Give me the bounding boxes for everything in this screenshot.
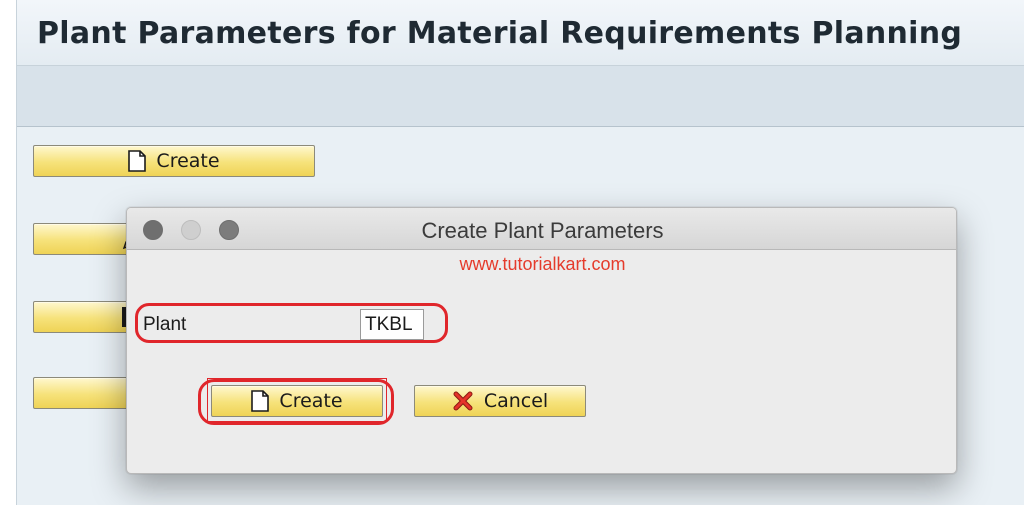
dialog-cancel-button[interactable]: Cancel — [414, 385, 586, 417]
red-x-icon — [452, 390, 474, 412]
dialog-cancel-label: Cancel — [483, 390, 549, 412]
watermark-text: www.tutorialkart.com — [459, 254, 626, 274]
document-icon — [128, 150, 147, 172]
document-icon — [251, 390, 270, 412]
create-button[interactable]: Create — [33, 145, 315, 177]
create-plant-parameters-dialog: Create Plant Parameters www.tutorialkart… — [126, 207, 957, 474]
dialog-titlebar: Create Plant Parameters — [127, 208, 956, 250]
page-title: Plant Parameters for Material Requiremen… — [37, 16, 963, 51]
dialog-create-label: Create — [279, 390, 343, 412]
create-button-label: Create — [156, 150, 220, 172]
application-toolbar — [17, 66, 1024, 127]
plant-input[interactable] — [360, 309, 424, 340]
title-bar: Plant Parameters for Material Requiremen… — [17, 0, 1024, 66]
dialog-title: Create Plant Parameters — [421, 218, 664, 243]
dialog-create-button[interactable]: Create — [211, 385, 383, 417]
plant-label: Plant — [143, 314, 187, 335]
